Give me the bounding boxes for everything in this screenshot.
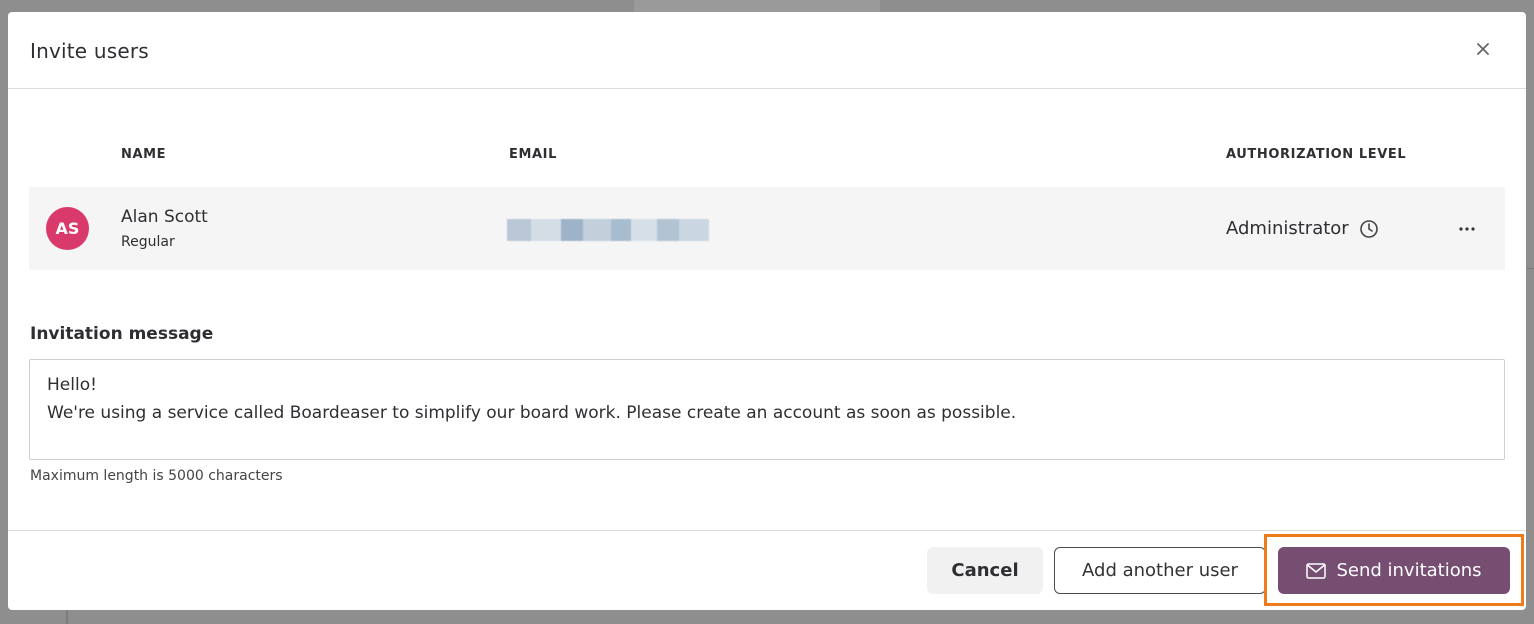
background-app <box>634 0 880 12</box>
background-divider <box>1526 268 1534 269</box>
user-role: Regular <box>121 234 175 250</box>
dialog-footer: Cancel Add another user Send invitations <box>8 530 1526 610</box>
authorization-level: Administrator <box>1226 218 1349 239</box>
background-divider <box>66 610 68 624</box>
max-length-hint: Maximum length is 5000 characters <box>30 468 283 484</box>
envelope-icon <box>1306 562 1327 579</box>
row-options-button[interactable] <box>1453 215 1481 243</box>
close-icon <box>1477 43 1489 55</box>
add-another-user-button[interactable]: Add another user <box>1054 547 1266 594</box>
close-button[interactable] <box>1472 38 1494 60</box>
more-horizontal-icon <box>1459 227 1475 231</box>
avatar: AS <box>46 207 89 250</box>
send-invitations-button[interactable]: Send invitations <box>1278 547 1510 594</box>
column-header-email: EMAIL <box>509 147 557 162</box>
invitation-message-label: Invitation message <box>30 324 214 344</box>
cancel-button[interactable]: Cancel <box>927 547 1043 594</box>
column-header-authorization-level: AUTHORIZATION LEVEL <box>1226 147 1407 162</box>
redacted-email <box>507 219 709 241</box>
dialog-header: Invite users <box>8 12 1526 89</box>
dialog-title: Invite users <box>30 39 149 63</box>
user-name: Alan Scott <box>121 207 208 227</box>
column-header-name: NAME <box>121 147 167 162</box>
send-invitations-label: Send invitations <box>1336 560 1482 581</box>
invite-users-dialog: Invite users NAME EMAIL AUTHORIZATION LE… <box>8 12 1526 610</box>
message-line: We're using a service called Boardeaser … <box>47 403 1017 423</box>
message-line: Hello! <box>47 375 97 395</box>
user-row: AS Alan Scott Regular Administrator <box>29 187 1505 270</box>
invitation-message-textarea[interactable]: Hello! We're using a service called Boar… <box>29 359 1505 460</box>
clock-icon <box>1360 220 1378 238</box>
